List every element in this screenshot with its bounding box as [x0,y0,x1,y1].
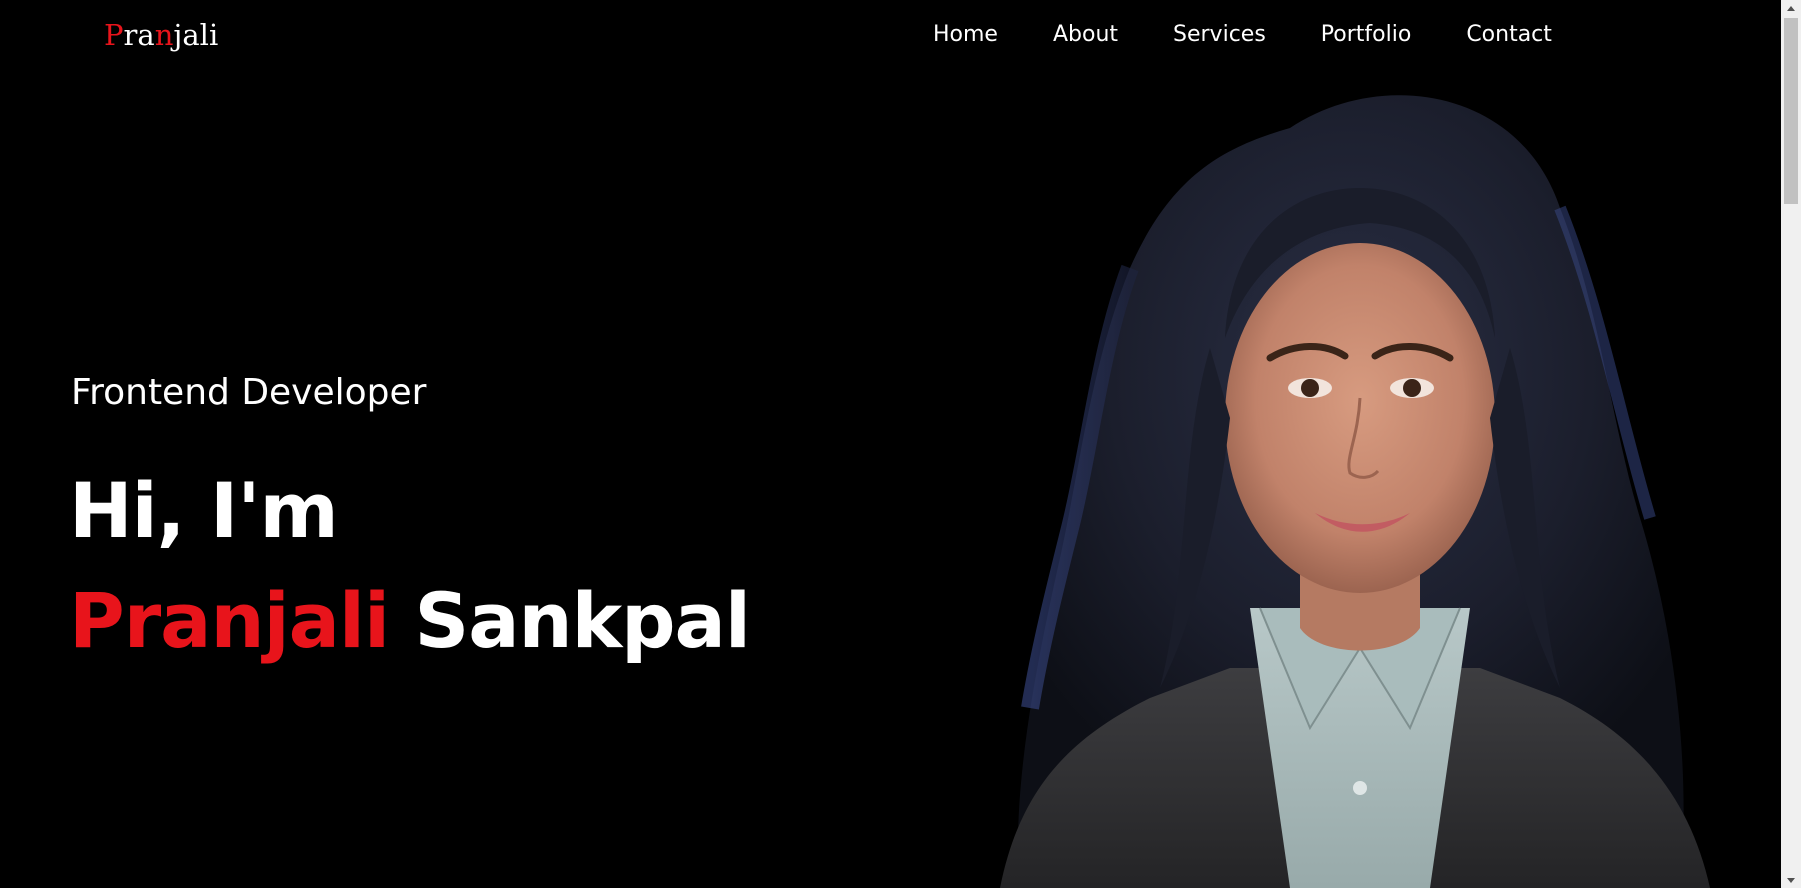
page: Pranjali Home About Services Portfolio C… [0,0,1781,888]
triangle-up-icon [1787,5,1795,11]
nav-services[interactable]: Services [1173,22,1266,47]
main-nav: Home About Services Portfolio Contact [933,22,1607,47]
hero-name: Pranjali Sankpal [69,576,751,665]
nav-portfolio[interactable]: Portfolio [1321,22,1412,47]
hero-subtitle: Frontend Developer [71,372,427,413]
hero-first-name: Pranjali [69,576,390,665]
scroll-down-button[interactable] [1781,872,1801,888]
logo-letter: n [154,18,174,52]
profile-photo [1000,95,1710,888]
hero-greeting: Hi, I'm [69,466,339,555]
triangle-down-icon [1787,877,1795,883]
logo-letter: i [208,18,219,52]
vertical-scrollbar[interactable] [1781,0,1801,888]
logo-letter: l [199,18,209,52]
logo-letter: r [123,18,138,52]
scroll-up-button[interactable] [1781,0,1801,16]
logo-letter: P [104,18,124,52]
logo-letter: a [137,18,155,52]
nav-home[interactable]: Home [933,22,998,47]
nav-about[interactable]: About [1053,22,1118,47]
hero-last-name: Sankpal [414,576,750,665]
nav-contact[interactable]: Contact [1466,22,1552,47]
scroll-thumb[interactable] [1784,18,1798,204]
logo[interactable]: Pranjali [104,18,218,52]
logo-letter: a [182,18,200,52]
